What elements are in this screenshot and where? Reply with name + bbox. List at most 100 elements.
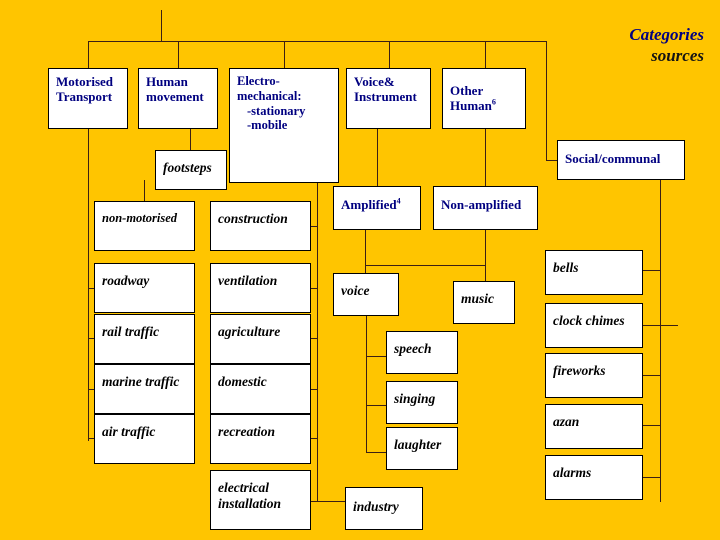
connector-root-stem	[161, 10, 162, 42]
connector-nonamplified-down	[485, 230, 486, 265]
category-label-motorised-transport: Motorised Transport	[56, 74, 114, 105]
leaf-box-recreation[interactable]: recreation	[210, 414, 311, 464]
electro-mechanical-sub-stationary: -stationary	[247, 103, 306, 118]
connector-human-to-footsteps	[190, 129, 191, 150]
electro-mechanical-title: Electro-mechanical:	[237, 74, 302, 103]
category-label-social-communal: Social/communal	[565, 151, 661, 166]
leaf-box-industry[interactable]: industry	[345, 487, 423, 530]
category-label-human-movement: Human movement	[146, 74, 204, 105]
category-box-other-human[interactable]: Other Human6	[442, 68, 526, 129]
connector-amplified-down	[365, 230, 366, 265]
leaf-box-marine-traffic[interactable]: marine traffic	[94, 364, 195, 414]
connector-drop-otherhuman	[485, 41, 486, 68]
leaf-label-recreation: recreation	[218, 424, 275, 439]
connector-motorised-stem-nonmot	[144, 180, 145, 201]
connector-nonamp-up	[485, 129, 486, 186]
connector-amp-bridge	[365, 265, 485, 266]
leaf-label-fireworks: fireworks	[553, 363, 606, 378]
connector-to-industry	[317, 501, 345, 502]
other-human-footnote: 6	[491, 98, 496, 107]
connector-electro-spine	[317, 183, 318, 501]
connector-to-fireworks	[643, 375, 661, 376]
leaf-box-laughter[interactable]: laughter	[386, 427, 458, 470]
connector-to-laughter	[366, 452, 386, 453]
leaf-box-azan[interactable]: azan	[545, 404, 643, 449]
leaf-box-music[interactable]: music	[453, 281, 515, 324]
leaf-label-alarms: alarms	[553, 465, 592, 480]
leaf-box-air-traffic[interactable]: air traffic	[94, 414, 195, 464]
amplified-text: Amplified	[341, 197, 397, 212]
leaf-label-footsteps: footsteps	[163, 160, 212, 175]
connector-drop-voice	[389, 41, 390, 68]
connector-drop-human	[178, 41, 179, 68]
leaf-box-domestic[interactable]: domestic	[210, 364, 311, 414]
connector-voice-instrument-down	[377, 129, 378, 186]
subcategory-box-non-amplified[interactable]: Non-amplified	[433, 186, 538, 230]
connector-motorised-spine	[88, 129, 89, 441]
leaf-label-laughter: laughter	[394, 437, 442, 452]
leaf-box-electrical-installation[interactable]: electrical installation	[210, 470, 311, 530]
leaf-label-azan: azan	[553, 414, 580, 429]
electrical-installation-line-2: installation	[218, 495, 282, 511]
leaf-box-voice[interactable]: voice	[333, 273, 399, 316]
title-line-2: sources	[651, 46, 704, 66]
connector-to-alarms	[643, 477, 661, 478]
leaf-box-agriculture[interactable]: agriculture	[210, 314, 311, 364]
leaf-label-clock-chimes: clock chimes	[553, 313, 625, 328]
category-box-voice-instrument[interactable]: Voice& Instrument	[346, 68, 431, 129]
connector-into-voice	[365, 265, 366, 273]
category-box-human-movement[interactable]: Human movement	[138, 68, 218, 129]
connector-to-azan	[643, 425, 661, 426]
leaf-box-alarms[interactable]: alarms	[545, 455, 643, 500]
leaf-label-air-traffic: air traffic	[102, 424, 156, 439]
leaf-box-non-motorised[interactable]: non-motorised	[94, 201, 195, 251]
amplified-footnote: 4	[396, 196, 401, 206]
leaf-label-rail-traffic: rail traffic	[102, 324, 160, 339]
subcategory-label-non-amplified: Non-amplified	[441, 197, 522, 212]
leaf-label-bells: bells	[553, 260, 579, 275]
connector-into-music	[485, 265, 486, 281]
connector-drop-motorised	[88, 41, 89, 68]
connector-drop-electro	[284, 41, 285, 68]
electrical-installation-line-1: electrical	[218, 480, 269, 495]
leaf-label-voice: voice	[341, 283, 370, 298]
leaf-label-industry: industry	[353, 499, 399, 514]
category-box-motorised-transport[interactable]: Motorised Transport	[48, 68, 128, 129]
category-label-other-human: Other Human6	[450, 83, 521, 114]
connector-top-bus	[88, 41, 547, 42]
leaf-box-rail-traffic[interactable]: rail traffic	[94, 314, 195, 364]
leaf-box-speech[interactable]: speech	[386, 331, 458, 374]
connector-to-recreation	[311, 438, 317, 439]
subcategory-label-amplified: Amplified4	[341, 197, 416, 212]
connector-to-agriculture	[311, 338, 317, 339]
leaf-box-clock-chimes[interactable]: clock chimes	[545, 303, 643, 348]
connector-to-singing	[366, 405, 386, 406]
leaf-label-non-motorised: non-motorised	[102, 211, 178, 225]
leaf-label-singing: singing	[394, 391, 436, 406]
connector-to-ventilation	[311, 288, 317, 289]
category-label-voice-instrument: Voice& Instrument	[354, 74, 417, 105]
leaf-box-footsteps[interactable]: footsteps	[155, 150, 227, 190]
leaf-box-singing[interactable]: singing	[386, 381, 458, 424]
leaf-box-fireworks[interactable]: fireworks	[545, 353, 643, 398]
leaf-label-construction: construction	[218, 211, 288, 226]
leaf-label-music: music	[461, 291, 495, 306]
connector-to-speech	[366, 356, 386, 357]
leaf-box-bells[interactable]: bells	[545, 250, 643, 295]
leaf-box-construction[interactable]: construction	[210, 201, 311, 251]
category-box-social-communal[interactable]: Social/communal	[557, 140, 685, 180]
connector-voice-spine	[366, 316, 367, 452]
leaf-box-ventilation[interactable]: ventilation	[210, 263, 311, 313]
category-label-electro-mechanical: Electro-mechanical: -stationary -mobile	[237, 74, 334, 133]
connector-to-construction	[311, 226, 317, 227]
diagram-canvas: Categories sources Motorised Transport H…	[0, 0, 720, 540]
subcategory-box-amplified[interactable]: Amplified4	[333, 186, 421, 230]
electro-mechanical-sub-mobile: -mobile	[247, 118, 288, 133]
category-box-electro-mechanical[interactable]: Electro-mechanical: -stationary -mobile	[229, 68, 339, 183]
leaf-box-roadway[interactable]: roadway	[94, 263, 195, 313]
connector-to-clock-chimes	[643, 325, 678, 326]
leaf-label-speech: speech	[394, 341, 432, 356]
connector-to-domestic	[311, 389, 317, 390]
other-human-text: Other Human	[450, 83, 492, 114]
connector-social-spine	[660, 180, 661, 502]
